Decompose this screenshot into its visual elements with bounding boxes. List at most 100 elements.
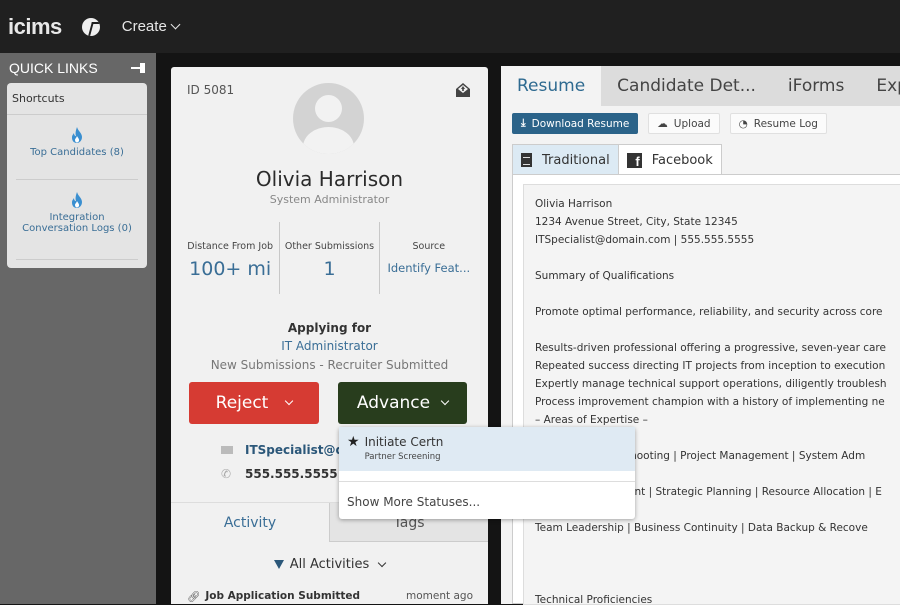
candidate-stats: Distance From Job 100+ mi Other Submissi…: [181, 222, 478, 294]
shortcuts-title: Shortcuts: [7, 83, 147, 115]
upload-button[interactable]: ☁ Upload: [648, 113, 720, 134]
advance-status-dropdown: ★ Initiate Certn Partner Screening Show …: [339, 427, 635, 519]
resume-line: 1234 Avenue Street, City, State 12345: [535, 216, 738, 228]
dashboard-pie-icon[interactable]: [81, 17, 100, 36]
star-icon: ★: [347, 434, 360, 450]
reject-button[interactable]: Reject: [189, 382, 319, 424]
download-resume-button[interactable]: ⤓ Download Resume: [512, 113, 639, 134]
tab-candidate-details[interactable]: Candidate Det...: [601, 66, 772, 106]
phone-text: 555.555.5555: [245, 467, 338, 481]
resume-line: Team Leadership | Business Continuity | …: [535, 522, 868, 534]
facebook-icon: f: [626, 152, 642, 169]
workflow-status: New Submissions - Recruiter Submitted: [210, 358, 449, 372]
tab-iforms[interactable]: iForms: [772, 66, 860, 106]
status-option-initiate-certn[interactable]: ★ Initiate Certn Partner Screening: [339, 427, 635, 471]
resume-line: Expertly manage technical support operat…: [535, 378, 887, 390]
candidate-card: ID 5081 Olivia Harrison System Administr…: [171, 67, 488, 604]
stat-value[interactable]: Identify Feat...: [380, 261, 478, 275]
candidate-id: ID 5081: [187, 83, 235, 97]
cloud-upload-icon: ☁: [657, 117, 668, 130]
upload-label: Upload: [673, 117, 711, 130]
chevron-down-icon: [440, 396, 450, 406]
download-label: Download Resume: [531, 117, 630, 130]
resume-log-button[interactable]: ◔ Resume Log: [729, 113, 827, 134]
filter-icon: [273, 560, 284, 569]
stat-label: Other Submissions: [284, 241, 375, 252]
stat-source: Source Identify Feat...: [378, 222, 478, 294]
stat-value: 100+ mi: [189, 258, 272, 280]
advance-button[interactable]: Advance: [338, 382, 467, 424]
chevron-down-icon: [378, 558, 387, 567]
advance-label: Advance: [356, 393, 431, 413]
resume-format-tabs: Traditional f Facebook: [512, 144, 722, 175]
shortcut-integration-logs[interactable]: Integration Conversation Logs (0): [16, 180, 138, 260]
resume-line: [535, 249, 900, 267]
tab-facebook[interactable]: f Facebook: [618, 145, 721, 175]
resume-line: Technical Proficiencies: [535, 594, 653, 605]
tab-traditional[interactable]: Traditional: [513, 145, 619, 175]
phone-icon: ✆: [221, 467, 232, 481]
resume-line: [535, 555, 900, 573]
create-label: Create: [121, 18, 167, 35]
pin-icon[interactable]: [131, 63, 147, 73]
resume-line: Promote optimal performance, reliability…: [535, 306, 883, 318]
candidate-email[interactable]: ITSpecialist@do: [221, 443, 352, 457]
facebook-label: Facebook: [651, 152, 713, 168]
resume-toolbar: ⤓ Download Resume ☁ Upload ◔ Resume Log: [512, 113, 827, 134]
activity-item[interactable]: 🔗︎ Job Application Submitted moment ago: [187, 590, 473, 603]
resume-line: Repeated success directing IT projects f…: [535, 360, 886, 372]
candidate-phone[interactable]: ✆ 555.555.5555: [221, 467, 338, 481]
history-icon: ◔: [738, 117, 748, 130]
show-more-statuses[interactable]: Show More Statuses...: [339, 482, 635, 509]
resume-line: Results-driven professional offering a p…: [535, 342, 886, 354]
document-icon: [521, 153, 532, 167]
activity-filter[interactable]: All Activities: [171, 557, 488, 572]
download-icon: ⤓: [521, 117, 526, 129]
create-menu-button[interactable]: Create: [121, 18, 181, 35]
resume-line: Process improvement champion with a hist…: [535, 396, 885, 408]
resume-log-label: Resume Log: [753, 117, 818, 130]
stat-value[interactable]: 1: [280, 258, 378, 280]
stat-distance: Distance From Job 100+ mi: [181, 222, 279, 294]
resume-line: Olivia Harrison: [535, 198, 613, 210]
resume-line: Summary of Qualifications: [535, 270, 675, 282]
shortcut-label: Integration Conversation Logs (0): [22, 212, 132, 234]
email-text: ITSpecialist@do: [245, 443, 353, 457]
flame-icon: [72, 127, 82, 143]
stat-label: Distance From Job: [187, 241, 274, 252]
tab-activity[interactable]: Activity: [171, 503, 329, 542]
shortcuts-box: Shortcuts Top Candidates (8) Integration…: [7, 83, 147, 268]
resume-line: [535, 321, 900, 339]
option-title: Initiate Certn: [364, 435, 444, 449]
traditional-label: Traditional: [542, 152, 610, 168]
option-subtitle: Partner Screening: [364, 452, 441, 462]
activity-label: Job Application Submitted: [205, 590, 361, 602]
chevron-down-icon: [170, 19, 181, 30]
shortcut-top-candidates[interactable]: Top Candidates (8): [16, 115, 138, 180]
open-envelope-icon[interactable]: [455, 82, 471, 98]
icims-logo[interactable]: icims: [8, 14, 62, 40]
resume-line: [535, 285, 900, 303]
job-link[interactable]: IT Administrator: [171, 339, 488, 353]
resume-tabs: Resume Candidate Det... iForms Exp: [501, 66, 900, 106]
quick-links-panel: QUICK LINKS Shortcuts Top Candidates (8)…: [0, 53, 156, 604]
filter-label: All Activities: [289, 557, 370, 572]
tab-resume[interactable]: Resume: [501, 66, 602, 106]
stat-other-submissions: Other Submissions 1: [279, 222, 378, 294]
resume-line: [535, 537, 900, 555]
applying-for-label: Applying for: [287, 321, 372, 335]
resume-panel: Resume Candidate Det... iForms Exp ⤓ Dow…: [501, 66, 900, 605]
candidate-role: System Administrator: [269, 193, 390, 206]
resume-document: Olivia Harrison 1234 Avenue Street, City,…: [523, 184, 900, 605]
envelope-icon: [221, 446, 233, 454]
activity-time: moment ago: [406, 590, 473, 602]
quick-links-title: QUICK LINKS: [9, 60, 98, 76]
chevron-down-icon: [285, 396, 294, 406]
stat-label: Source: [412, 241, 446, 252]
resume-body: Olivia Harrison 1234 Avenue Street, City,…: [512, 174, 900, 605]
shortcut-label: Top Candidates (8): [30, 147, 124, 158]
candidate-name: Olivia Harrison: [255, 167, 404, 191]
resume-line: [535, 573, 900, 591]
candidate-avatar: [293, 83, 364, 154]
tab-exp[interactable]: Exp: [860, 66, 900, 106]
